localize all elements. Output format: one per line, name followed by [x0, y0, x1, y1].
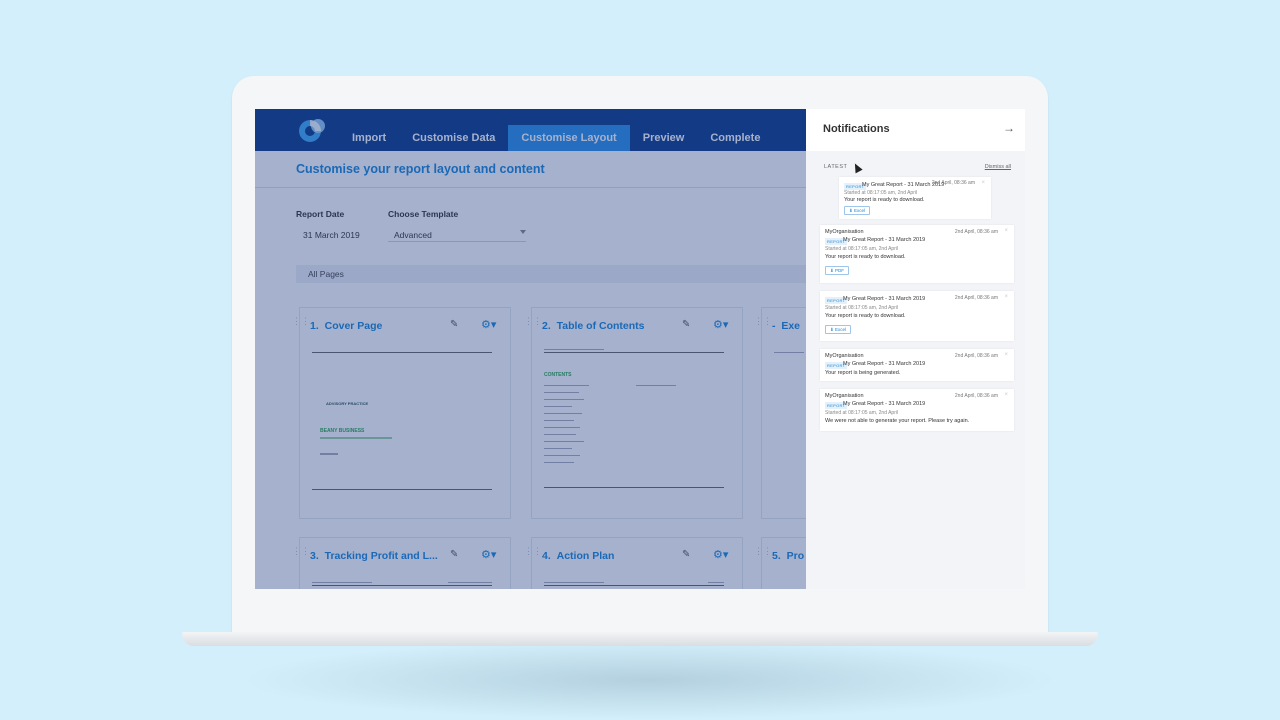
mouse-cursor-icon — [851, 161, 863, 174]
started-text: Started at 08:17:05 am, 2nd April — [825, 246, 899, 252]
modal-backdrop[interactable] — [255, 109, 806, 589]
notification-message: Your report is ready to download. — [825, 254, 906, 260]
close-icon[interactable]: × — [1004, 294, 1008, 300]
download-pdf-button[interactable]: ⬇ PDF — [825, 266, 850, 275]
panel-header: Notifications → — [806, 109, 1025, 151]
dismiss-all-link[interactable]: Dismiss all — [985, 164, 1011, 170]
notification-item: MyOrganisation 2nd April, 08:36 am × REP… — [820, 389, 1014, 431]
laptop-shadow — [240, 640, 1060, 720]
notifications-panel: Notifications → LATEST Dismiss all REPOR… — [806, 109, 1025, 589]
laptop-base — [182, 632, 1098, 646]
notification-date: 2nd April, 08:36 am — [931, 180, 975, 186]
started-text: Started at 08:17:05 am, 2nd April — [825, 305, 899, 311]
close-icon[interactable]: × — [981, 180, 985, 186]
panel-title: Notifications — [823, 123, 890, 135]
notification-item: MyOrganisation 2nd April, 08:36 am × REP… — [820, 349, 1014, 381]
started-text: Started at 08:17:05 am, 2nd April — [844, 190, 918, 196]
organisation-name: MyOrganisation — [825, 229, 864, 235]
latest-label: LATEST — [824, 164, 848, 170]
started-text: Started at 08:17:05 am, 2nd April — [825, 410, 899, 416]
close-icon[interactable]: × — [1004, 228, 1008, 234]
download-excel-button[interactable]: ⬇ Excel — [825, 325, 852, 334]
close-icon[interactable]: × — [1004, 352, 1008, 358]
notification-item: REPORT My Great Report - 31 March 2019 2… — [839, 177, 991, 219]
notification-item: 2nd April, 08:36 am × REPORT My Great Re… — [820, 291, 1014, 341]
download-excel-button[interactable]: ⬇ Excel — [844, 206, 871, 215]
report-name: My Great Report - 31 March 2019 — [843, 361, 926, 367]
notification-message: We were not able to generate your report… — [825, 418, 970, 424]
laptop-screen: Import Customise Data Customise Layout P… — [255, 109, 1025, 589]
report-name: My Great Report - 31 March 2019 — [843, 401, 926, 407]
arrow-right-icon[interactable]: → — [1003, 121, 1015, 135]
report-name: My Great Report - 31 March 2019 — [843, 296, 926, 302]
organisation-name: MyOrganisation — [825, 393, 864, 399]
report-builder-app: Import Customise Data Customise Layout P… — [255, 109, 806, 589]
notification-date: 2nd April, 08:36 am — [954, 229, 998, 235]
close-icon[interactable]: × — [1004, 392, 1008, 398]
notification-message: Your report is ready to download. — [825, 313, 906, 319]
organisation-name: MyOrganisation — [825, 353, 864, 359]
notification-message: Your report is being generated. — [825, 370, 901, 376]
report-name: My Great Report - 31 March 2019 — [843, 237, 926, 243]
notification-message: Your report is ready to download. — [844, 197, 925, 203]
notification-date: 2nd April, 08:36 am — [954, 393, 998, 399]
notification-date: 2nd April, 08:36 am — [954, 353, 998, 359]
notification-item: MyOrganisation 2nd April, 08:36 am × REP… — [820, 225, 1014, 283]
notification-date: 2nd April, 08:36 am — [954, 295, 998, 301]
